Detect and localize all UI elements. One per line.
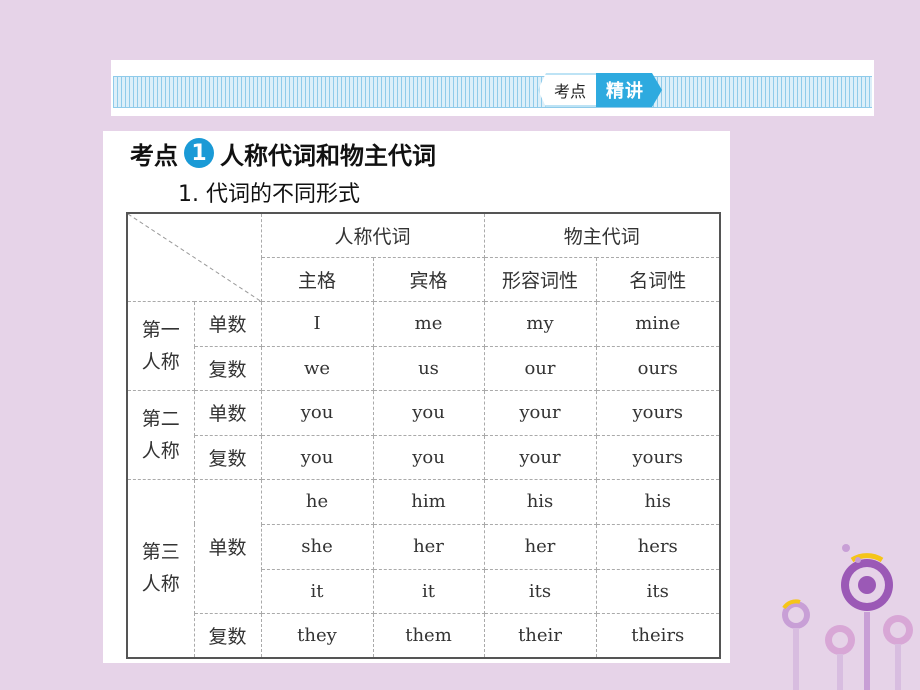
table-row: 第二 人称 单数 you you your yours <box>126 389 721 480</box>
decorative-shape <box>864 612 913 690</box>
banner-stripes <box>113 76 872 108</box>
decorative-shape <box>782 599 810 690</box>
table-cell: you <box>372 389 485 436</box>
number-label: 单数 <box>193 300 262 347</box>
decorative-shape <box>825 625 855 690</box>
table-cell: he <box>260 478 374 525</box>
table-cell: her <box>483 523 597 570</box>
person-label-line: 人称 <box>141 439 180 462</box>
pronoun-table: 人称代词 物主代词 主格 宾格 形容词性 名词性 第一 人称 单数 I me m… <box>126 212 721 659</box>
person-label-line: 第一 <box>141 318 180 341</box>
table-cell: you <box>372 434 485 480</box>
table-cell: mine <box>595 300 721 347</box>
header-subject: 主格 <box>260 256 374 302</box>
table-row: 第三 人称 单数 he him his his <box>126 478 721 659</box>
table-cell: theirs <box>595 612 721 659</box>
person-label-line: 人称 <box>141 573 180 596</box>
section-banner: 考点 精讲 <box>111 60 874 116</box>
header-possessive-pronoun: 物主代词 <box>483 212 721 258</box>
banner-tag: 考点 精讲 <box>538 73 662 107</box>
table-cell: I <box>260 300 374 347</box>
table-cell: his <box>483 478 597 525</box>
table-cell: yours <box>595 389 721 436</box>
table-row: 复数 we us our ours <box>127 345 721 391</box>
table-cell: it <box>372 568 485 614</box>
header-adjectival: 形容词性 <box>483 256 597 302</box>
person-label-line: 第二 <box>141 407 180 430</box>
header-nominal: 名词性 <box>595 256 721 302</box>
table-cell: our <box>483 345 597 391</box>
corner-diagonal <box>128 214 262 302</box>
person-label-line: 人称 <box>141 350 180 373</box>
table-row: 第一 人称 单数 I me my mine <box>126 300 721 391</box>
table-cell: her <box>372 523 485 570</box>
table-cell: your <box>483 434 597 480</box>
table-cell: my <box>483 300 597 347</box>
table-cell: it <box>260 568 374 614</box>
section-heading: 考点 1 人称代词和物主代词 <box>130 136 436 170</box>
number-label: 单数 <box>193 389 262 436</box>
table-cell: him <box>372 478 485 525</box>
table-cell: you <box>260 434 374 480</box>
heading-number-badge: 1 <box>184 138 214 168</box>
table-cell: your <box>483 389 597 436</box>
table-cell: his <box>595 478 721 525</box>
subheading: 1. 代词的不同形式 <box>178 182 360 207</box>
table-cell: you <box>260 389 374 436</box>
person-label-second: 第二 人称 <box>126 389 195 480</box>
table-cell: its <box>595 568 721 614</box>
table-cell: them <box>372 612 485 659</box>
table-cell: hers <box>595 523 721 570</box>
person-label-first: 第一 人称 <box>126 300 195 391</box>
header-object: 宾格 <box>372 256 485 302</box>
table-cell: me <box>372 300 485 347</box>
decorative-shape <box>841 544 893 611</box>
person-label-third: 第三 人称 <box>126 478 195 659</box>
banner-tag-right: 精讲 <box>596 73 662 107</box>
table-cell: she <box>260 523 374 570</box>
heading-prefix: 考点 <box>130 141 178 170</box>
table-cell: they <box>260 612 374 659</box>
content-card: 考点 1 人称代词和物主代词 1. 代词的不同形式 人称代词 物主代词 主格 宾… <box>103 131 730 663</box>
banner-tag-left: 考点 <box>538 73 597 107</box>
number-label: 复数 <box>193 612 262 659</box>
number-label: 复数 <box>193 345 262 391</box>
number-label: 单数 <box>193 478 262 614</box>
table-cell: us <box>372 345 485 391</box>
heading-title: 人称代词和物主代词 <box>220 141 436 170</box>
table-cell: yours <box>595 434 721 480</box>
table-row: 复数 they them their theirs <box>127 612 721 659</box>
table-cell: their <box>483 612 597 659</box>
person-label-line: 第三 <box>141 541 180 564</box>
table-cell: its <box>483 568 597 614</box>
table-cell: ours <box>595 345 721 391</box>
header-personal-pronoun: 人称代词 <box>260 212 485 258</box>
decorative-dots-graphic <box>782 544 913 690</box>
corner-cell <box>126 212 262 302</box>
table-row: 复数 you you your yours <box>127 434 721 480</box>
table-cell: we <box>260 345 374 391</box>
number-label: 复数 <box>193 434 262 480</box>
